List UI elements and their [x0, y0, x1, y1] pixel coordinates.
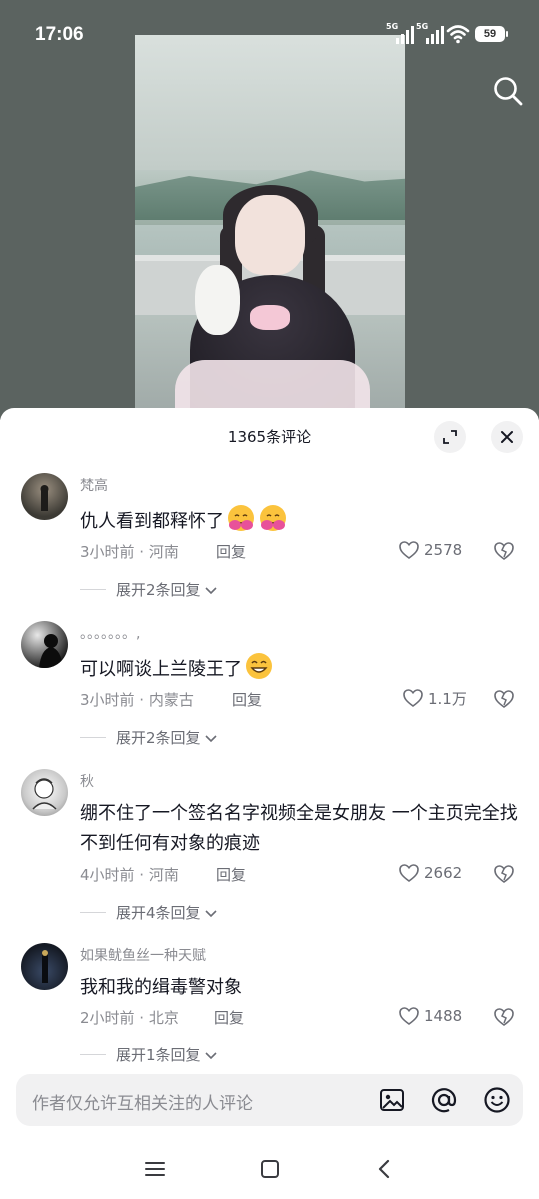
- heart-icon: [399, 1007, 419, 1025]
- comment-text: 仇人看到都释怀了: [80, 503, 520, 537]
- like-count: 1.1万: [428, 689, 467, 708]
- comment-username[interactable]: 梵高: [80, 475, 108, 495]
- like-button[interactable]: 1.1万: [402, 687, 467, 709]
- signal-icon: 5G: [386, 22, 414, 44]
- comment-meta: 4小时前 · 河南: [80, 866, 179, 884]
- emoji-icon[interactable]: [483, 1086, 511, 1114]
- video-bow: [250, 305, 290, 330]
- chevron-down-icon: [204, 586, 217, 594]
- hug-emoji: [228, 505, 254, 531]
- comment-item[interactable]: 秋 绷不住了一个签名名字视频全是女朋友 一个主页完全找不到任何有对象的痕迹 4小…: [0, 769, 539, 929]
- comment-item[interactable]: 。。。。。。。, 可以啊谈上兰陵王了 3小时前 · 内蒙古 回复 1.1万 展开…: [0, 621, 539, 751]
- comment-text-body: 仇人看到都释怀了: [80, 511, 224, 532]
- menu-icon[interactable]: [141, 1155, 169, 1183]
- video-thumbnail[interactable]: [135, 35, 405, 420]
- search-icon[interactable]: [491, 74, 525, 108]
- comment-text-body: 可以啊谈上兰陵王了: [80, 659, 242, 680]
- video-bunny-plush: [195, 265, 240, 335]
- like-count: 1488: [424, 1007, 463, 1025]
- avatar[interactable]: [21, 769, 68, 816]
- comment-meta: 3小时前 · 河南: [80, 543, 179, 561]
- mention-icon[interactable]: [430, 1086, 458, 1114]
- hug-emoji: [260, 505, 286, 531]
- back-icon[interactable]: [371, 1155, 399, 1183]
- expand-replies-label: 展开2条回复: [116, 729, 201, 747]
- close-icon: [501, 431, 513, 443]
- chevron-down-icon: [204, 1051, 217, 1059]
- video-face: [235, 195, 305, 275]
- comment-username[interactable]: 。。。。。。。,: [80, 623, 140, 643]
- comment-username[interactable]: 如果鱿鱼丝一种天赋: [80, 945, 206, 965]
- avatar[interactable]: [21, 473, 68, 520]
- expand-replies-label: 展开4条回复: [116, 904, 201, 922]
- dislike-icon[interactable]: [493, 688, 515, 710]
- heart-icon: [399, 541, 419, 559]
- expand-replies-label: 展开1条回复: [116, 1046, 201, 1064]
- heart-icon: [403, 689, 423, 707]
- battery-icon: 59: [475, 26, 508, 42]
- reply-button[interactable]: 回复: [232, 689, 262, 710]
- close-button[interactable]: [491, 421, 523, 453]
- chevron-down-icon: [204, 734, 217, 742]
- avatar[interactable]: [21, 621, 68, 668]
- expand-replies[interactable]: 展开1条回复: [80, 1044, 218, 1065]
- dislike-icon[interactable]: [493, 863, 515, 885]
- comment-text: 绷不住了一个签名名字视频全是女朋友 一个主页完全找不到任何有对象的痕迹: [80, 803, 518, 854]
- expand-replies[interactable]: 展开2条回复: [80, 579, 218, 600]
- expand-replies-label: 展开2条回复: [116, 581, 201, 599]
- comment-text: 可以啊谈上兰陵王了: [80, 651, 520, 685]
- reply-button[interactable]: 回复: [214, 1007, 244, 1028]
- grin-emoji: [246, 653, 272, 679]
- status-bar: 17:06 5G 5G 59: [0, 0, 539, 70]
- reply-button[interactable]: 回复: [216, 864, 246, 885]
- comment-item[interactable]: 梵高 仇人看到都释怀了 3小时前 · 河南 回复 2578 展开2条回复: [0, 473, 539, 603]
- image-icon[interactable]: [378, 1086, 406, 1114]
- like-button[interactable]: 2662: [398, 862, 462, 884]
- signal-icon-2: 5G: [416, 22, 444, 44]
- dislike-icon[interactable]: [493, 1006, 515, 1028]
- like-count: 2662: [424, 864, 463, 882]
- home-icon[interactable]: [256, 1155, 284, 1183]
- comment-input-bar[interactable]: 作者仅允许互相关注的人评论: [16, 1074, 523, 1126]
- like-count: 2578: [424, 541, 463, 559]
- dislike-icon[interactable]: [493, 540, 515, 562]
- wifi-icon: [446, 25, 470, 44]
- comment-input-placeholder[interactable]: 作者仅允许互相关注的人评论: [32, 1089, 253, 1114]
- comment-meta: 2小时前 · 北京: [80, 1009, 179, 1027]
- system-navigation-bar: [0, 1140, 539, 1199]
- video-background[interactable]: 17:06 5G 5G 59: [0, 0, 539, 420]
- battery-level: 59: [483, 28, 497, 40]
- chevron-down-icon: [204, 909, 217, 917]
- comment-meta: 3小时前 · 内蒙古: [80, 691, 194, 709]
- expand-icon: [443, 430, 457, 444]
- comment-item[interactable]: 如果鱿鱼丝一种天赋 我和我的缉毒警对象 2小时前 · 北京 回复 1488 展开…: [0, 943, 539, 1073]
- like-button[interactable]: 1488: [398, 1005, 462, 1027]
- status-time: 17:06: [35, 24, 84, 45]
- expand-replies[interactable]: 展开2条回复: [80, 727, 218, 748]
- expand-replies[interactable]: 展开4条回复: [80, 902, 218, 923]
- reply-button[interactable]: 回复: [216, 541, 246, 562]
- like-button[interactable]: 2578: [398, 539, 462, 561]
- comment-username[interactable]: 秋: [80, 771, 94, 791]
- avatar[interactable]: [21, 943, 68, 990]
- fullscreen-button[interactable]: [434, 421, 466, 453]
- comment-text: 我和我的缉毒警对象: [80, 977, 242, 998]
- heart-icon: [399, 864, 419, 882]
